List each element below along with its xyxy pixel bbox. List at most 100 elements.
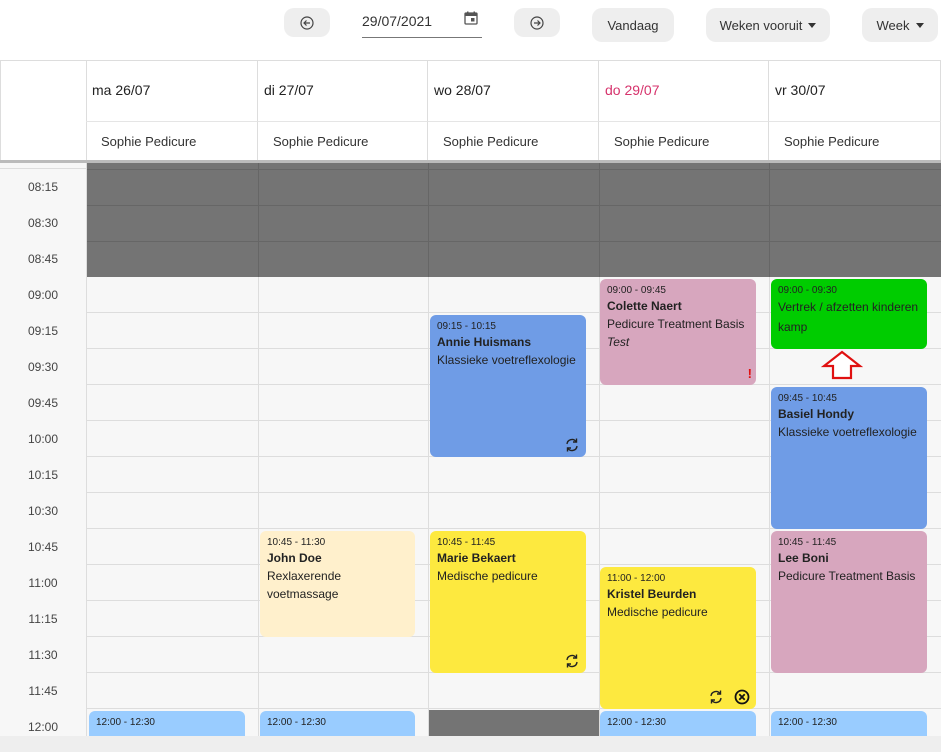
client-name: Colette Naert <box>607 299 682 313</box>
today-label: Vandaag <box>607 17 659 33</box>
client-name: Marie Bekaert <box>437 551 516 565</box>
time-label: 09:15 <box>0 313 87 349</box>
repeat-icon[interactable] <box>564 653 580 669</box>
client-name: Lee Boni <box>778 551 829 565</box>
appointment-time: 12:00 - 12:30 <box>267 717 326 728</box>
service-name: Klassieke voetreflexologie <box>778 425 917 439</box>
service-name: Medische pedicure <box>607 605 708 619</box>
appointment-card[interactable]: 12:00 - 12:30 <box>260 711 415 737</box>
date-input[interactable]: 29/07/2021 <box>362 8 482 38</box>
cancel-circle-icon[interactable] <box>734 689 750 705</box>
today-button[interactable]: Vandaag <box>592 8 674 42</box>
service-name: Klassieke voetreflexologie <box>437 353 576 367</box>
resource-label: Sophie Pedicure <box>614 134 710 149</box>
time-label: 10:00 <box>0 421 87 457</box>
time-label: 12:00 <box>0 709 87 737</box>
event-title: Vertrek / afzetten kinderen kamp <box>778 300 919 334</box>
time-slot-row[interactable]: 11:45 <box>0 673 941 709</box>
appointment-card[interactable]: 09:45 - 10:45 Basiel Hondy Klassieke voe… <box>771 387 927 529</box>
day-label: ma 26/07 <box>92 82 151 98</box>
appointment-card[interactable]: 11:00 - 12:00 Kristel Beurden Medische p… <box>600 567 756 709</box>
arrow-left-circle-icon <box>300 15 314 30</box>
day-label: vr 30/07 <box>775 82 826 98</box>
client-name: Annie Huismans <box>437 335 532 349</box>
appointment-card[interactable]: 10:45 - 11:30 John Doe Rexlaxerende voet… <box>260 531 415 637</box>
client-name: John Doe <box>267 551 322 565</box>
closed-block <box>87 163 941 277</box>
closed-row-line <box>87 169 941 170</box>
weeks-ahead-label: Weken vooruit <box>719 17 803 33</box>
time-label: 10:45 <box>0 529 87 565</box>
time-gutter-header <box>0 61 87 161</box>
appointment-time: 12:00 - 12:30 <box>607 717 666 728</box>
appointment-time: 12:00 - 12:30 <box>778 717 837 728</box>
event-card[interactable]: 09:00 - 09:30 Vertrek / afzetten kindere… <box>771 279 927 349</box>
arrow-right-circle-icon <box>530 15 544 30</box>
resource-header: Sophie Pedicure <box>428 121 599 161</box>
service-name: Pedicure Treatment Basis <box>778 569 916 583</box>
day-header[interactable]: di 27/07 <box>258 61 428 121</box>
appointment-time: 10:45 - 11:30 <box>267 537 326 548</box>
appointment-card[interactable]: 09:00 - 09:45 Colette Naert Pedicure Tre… <box>600 279 756 385</box>
view-label: Week <box>876 17 910 33</box>
appointment-time: 10:45 - 11:45 <box>437 537 496 548</box>
day-header[interactable]: vr 30/07 <box>769 61 941 121</box>
appointment-note: Test <box>607 335 630 349</box>
service-name: Pedicure Treatment Basis <box>607 317 745 331</box>
appointment-card[interactable]: 12:00 - 12:30 <box>89 711 245 737</box>
calendar-grid: ma 26/07 di 27/07 wo 28/07 do 29/07 vr 3… <box>0 60 941 752</box>
column-divider <box>428 163 429 277</box>
appointment-card[interactable]: 12:00 - 12:30 <box>600 711 756 737</box>
time-label: 10:15 <box>0 457 87 493</box>
time-label: 09:45 <box>0 385 87 421</box>
appointment-time: 09:15 - 10:15 <box>437 321 496 332</box>
resource-header: Sophie Pedicure <box>599 121 769 161</box>
appointment-card[interactable]: 10:45 - 11:45 Marie Bekaert Medische ped… <box>430 531 586 673</box>
appointment-card[interactable]: 12:00 - 12:30 <box>771 711 927 737</box>
service-name: Rexlaxerende voetmassage <box>267 569 342 601</box>
day-header[interactable]: wo 28/07 <box>428 61 599 121</box>
repeat-icon[interactable] <box>708 689 724 705</box>
closed-row-line <box>87 241 941 242</box>
appointment-time: 09:00 - 09:30 <box>778 285 837 296</box>
day-header-today[interactable]: do 29/07 <box>599 61 769 121</box>
day-label: do 29/07 <box>605 82 660 98</box>
day-label: wo 28/07 <box>434 82 491 98</box>
closed-block <box>429 710 599 737</box>
calendar-icon[interactable] <box>464 11 478 25</box>
day-header[interactable]: ma 26/07 <box>86 61 258 121</box>
prev-week-button[interactable] <box>284 8 330 37</box>
resource-header: Sophie Pedicure <box>769 121 941 161</box>
next-week-button[interactable] <box>514 8 560 37</box>
view-dropdown[interactable]: Week <box>862 8 938 42</box>
time-label: 09:00 <box>0 277 87 313</box>
caret-down-icon <box>808 22 817 28</box>
appointment-time: 12:00 - 12:30 <box>96 717 155 728</box>
time-label: 10:30 <box>0 493 87 529</box>
appointment-time: 09:45 - 10:45 <box>778 393 837 404</box>
appointment-time: 11:00 - 12:00 <box>607 573 666 584</box>
client-name: Kristel Beurden <box>607 587 697 601</box>
resource-label: Sophie Pedicure <box>443 134 539 149</box>
client-name: Basiel Hondy <box>778 407 855 421</box>
repeat-icon[interactable] <box>564 437 580 453</box>
time-label: 11:15 <box>0 601 87 637</box>
resource-header: Sophie Pedicure <box>86 121 258 161</box>
bottom-scrollbar[interactable] <box>0 736 941 752</box>
closed-row-line <box>87 205 941 206</box>
resource-header: Sophie Pedicure <box>258 121 428 161</box>
date-value: 29/07/2021 <box>362 13 433 29</box>
time-label: 11:45 <box>0 673 87 709</box>
appointment-card[interactable]: 10:45 - 11:45 Lee Boni Pedicure Treatmen… <box>771 531 927 673</box>
weeks-ahead-dropdown[interactable]: Weken vooruit <box>706 8 830 42</box>
service-name: Medische pedicure <box>437 569 538 583</box>
column-divider <box>769 163 770 277</box>
column-divider <box>258 163 259 277</box>
column-divider <box>599 163 600 277</box>
appointment-time: 10:45 - 11:45 <box>778 537 837 548</box>
time-slots-area[interactable]: 08:15 08:30 08:45 09:00 09:15 09:30 09:4… <box>0 163 941 737</box>
annotation-arrow-up-icon <box>821 350 863 380</box>
appointment-time: 09:00 - 09:45 <box>607 285 666 296</box>
day-label: di 27/07 <box>264 82 314 98</box>
appointment-card[interactable]: 09:15 - 10:15 Annie Huismans Klassieke v… <box>430 315 586 457</box>
